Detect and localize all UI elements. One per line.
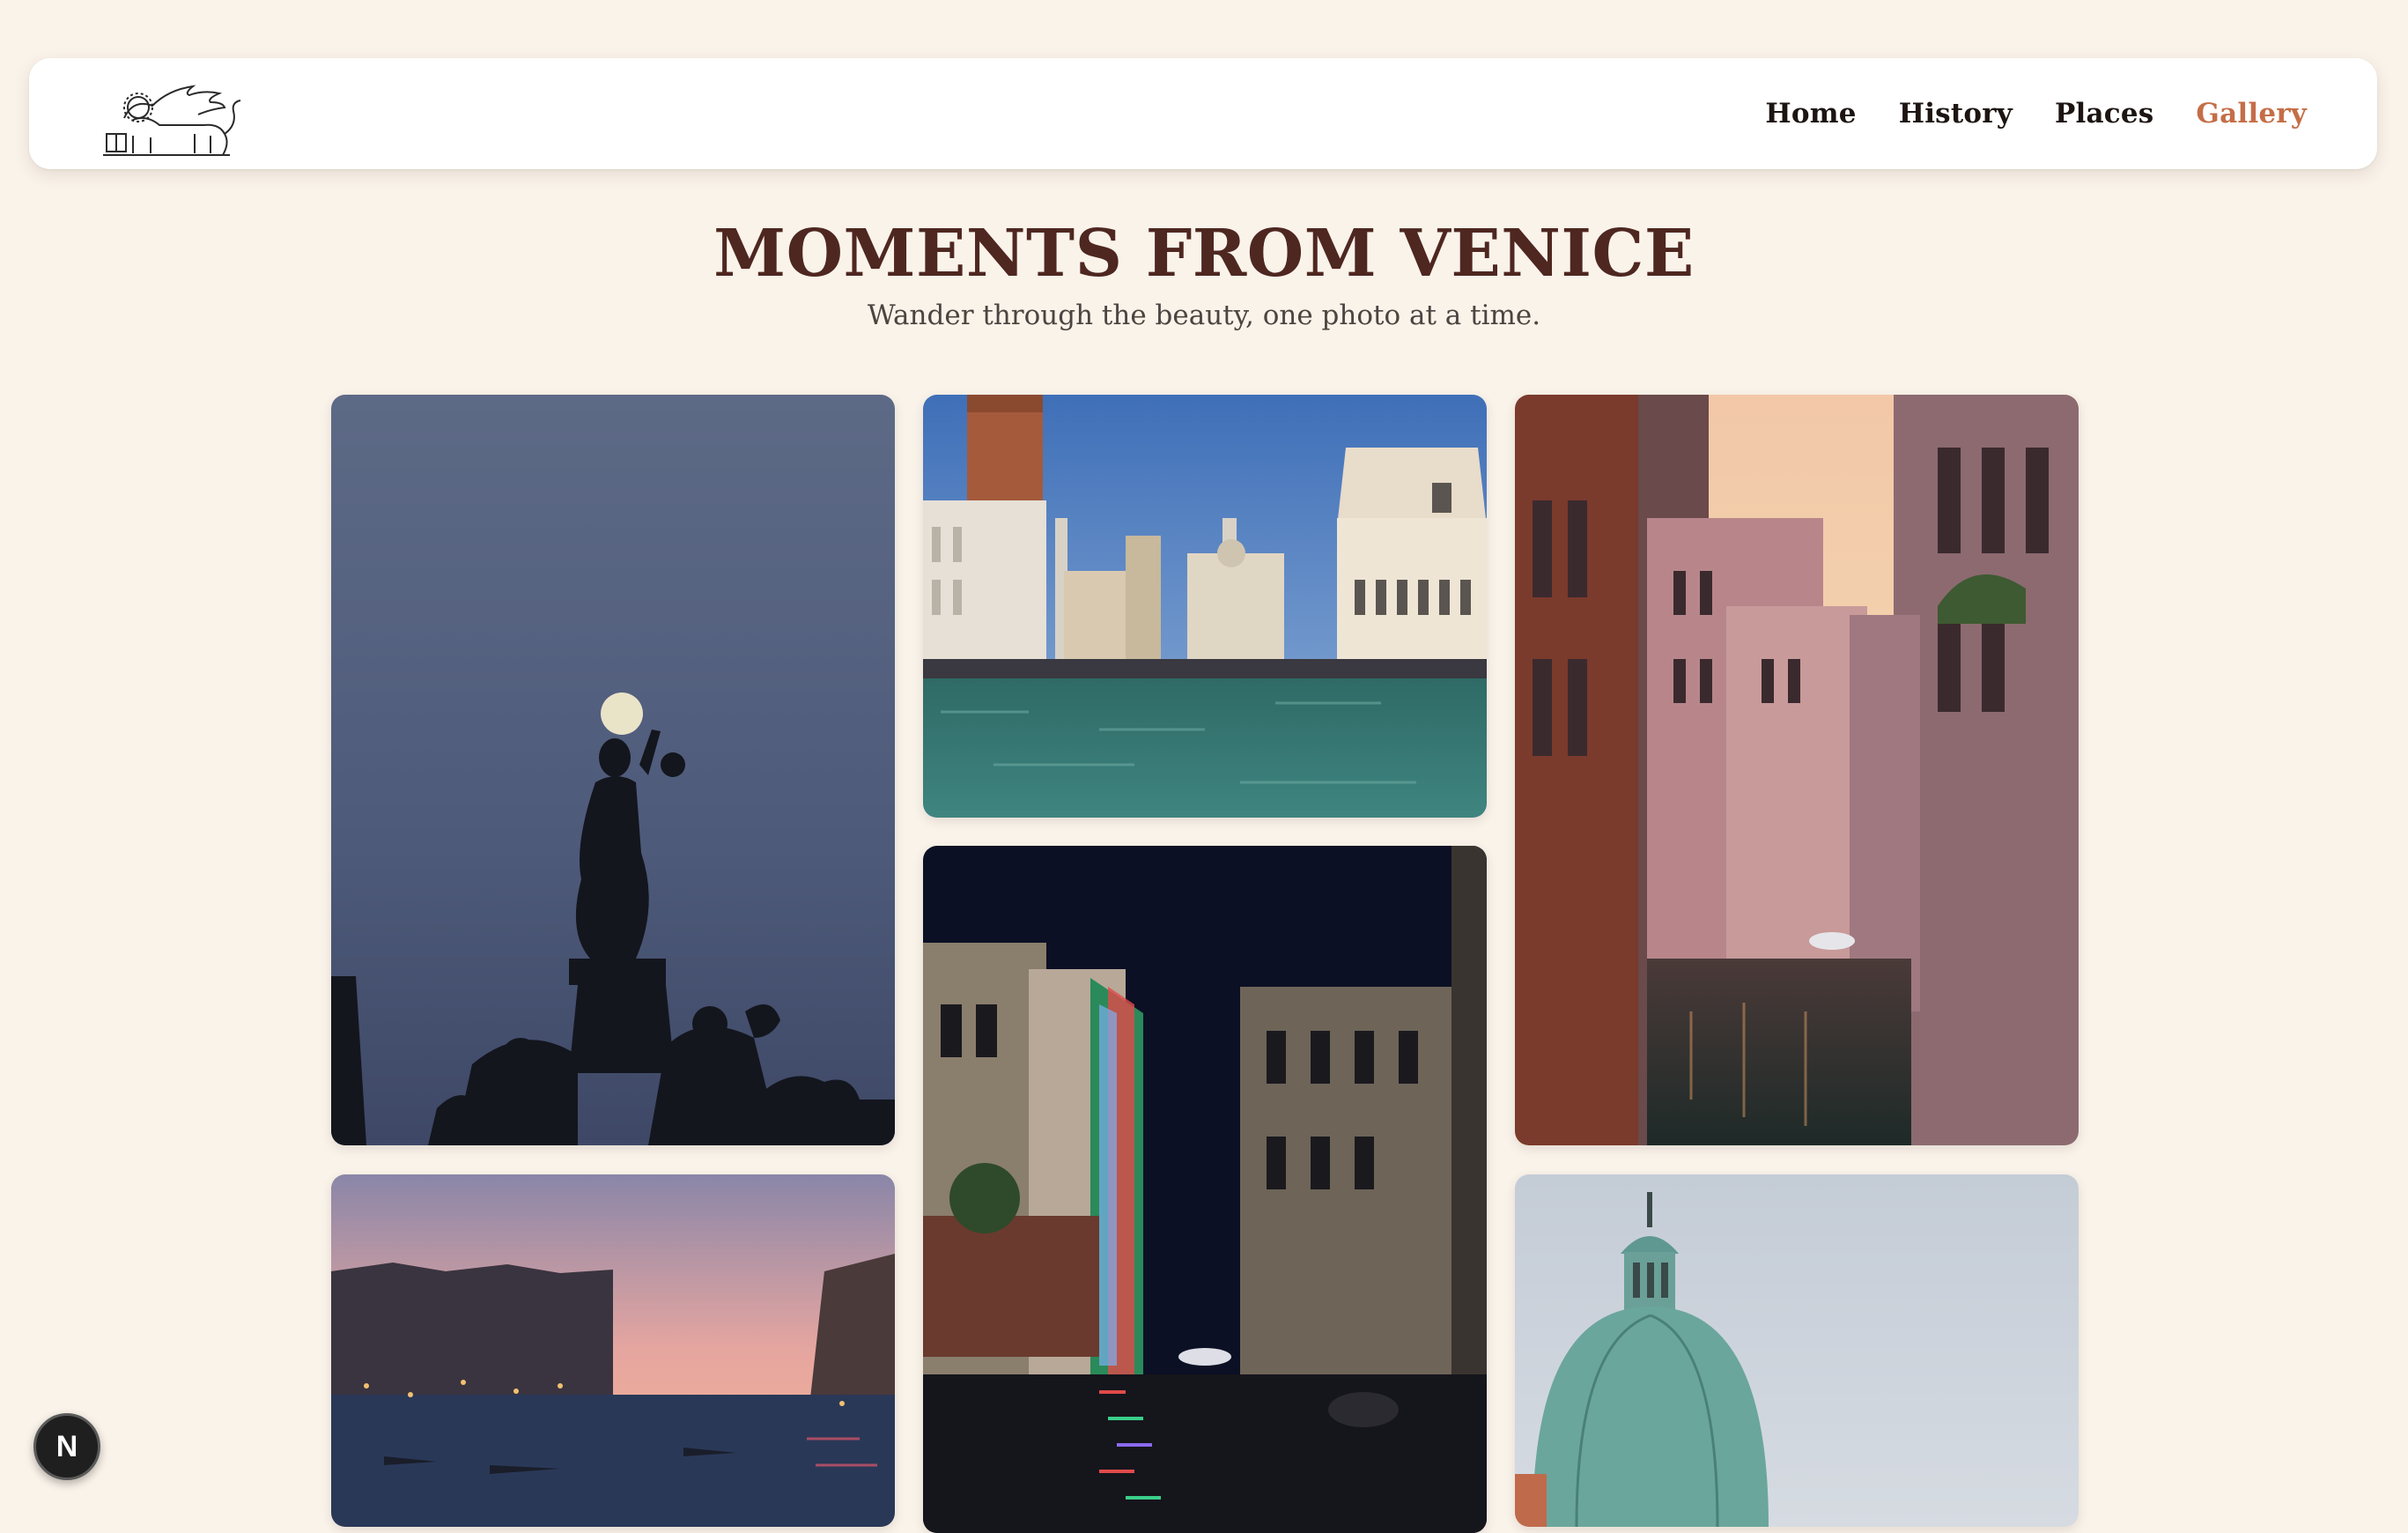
- gallery-photo-grand-canal-dusk[interactable]: [331, 1174, 895, 1527]
- winged-lion-logo[interactable]: [98, 65, 246, 162]
- gallery-photo-statue-moon[interactable]: [331, 395, 895, 1145]
- nav-gallery-link[interactable]: Gallery: [2196, 98, 2307, 130]
- page-title: MOMENTS FROM VENICE: [713, 216, 1695, 292]
- main-nav: Home History Places Gallery: [1765, 58, 2307, 169]
- nav-places-link[interactable]: Places: [2055, 98, 2153, 130]
- nav-history-link[interactable]: History: [1899, 98, 2013, 130]
- gallery-photo-piazza-san-marco[interactable]: [923, 395, 1487, 818]
- gallery-photo-canal-sunset[interactable]: [1515, 395, 2079, 1145]
- navbar: Home History Places Gallery: [29, 58, 2377, 169]
- gallery-photo-canal-night[interactable]: [923, 846, 1487, 1533]
- page-subtitle: Wander through the beauty, one photo at …: [867, 300, 1541, 331]
- dev-tools-badge[interactable]: N: [33, 1413, 100, 1480]
- gallery-photo-green-dome[interactable]: [1515, 1174, 2079, 1527]
- nav-home-link[interactable]: Home: [1765, 98, 1856, 130]
